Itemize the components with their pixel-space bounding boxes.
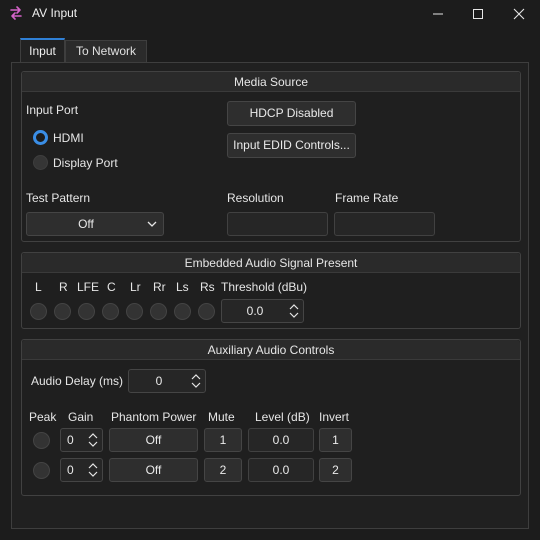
peak-indicator (33, 462, 50, 479)
frame-rate-field (334, 212, 435, 236)
radio-unselected-indicator (33, 155, 48, 170)
channel-label-rs: Rs (200, 280, 215, 294)
peak-column-header: Peak (29, 410, 57, 424)
channel-indicator-ls (174, 303, 191, 320)
threshold-spinbox[interactable]: 0.0 (221, 299, 304, 323)
channel-label-lfe: LFE (77, 280, 100, 294)
channel-label-c: C (107, 280, 116, 294)
title-bar: AV Input (0, 0, 540, 28)
level-column-header: Level (dB) (255, 410, 310, 424)
phantom-power-button[interactable]: Off (109, 458, 198, 482)
spin-arrows-icon[interactable] (88, 461, 98, 479)
invert-button[interactable]: 2 (319, 458, 352, 482)
test-pattern-dropdown[interactable]: Off (26, 212, 164, 236)
threshold-label: Threshold (dBu) (221, 280, 308, 294)
level-field[interactable]: 0.0 (248, 458, 314, 482)
mute-button[interactable]: 1 (204, 428, 242, 452)
test-pattern-label: Test Pattern (26, 191, 91, 205)
gain-value: 0 (67, 463, 74, 477)
embedded-audio-group: Embedded Audio Signal Present L R LFE C … (21, 252, 521, 329)
channel-label-rr: Rr (153, 280, 166, 294)
phantom-power-column-header: Phantom Power (111, 410, 197, 424)
channel-indicator-c (102, 303, 119, 320)
phantom-power-button[interactable]: Off (109, 428, 198, 452)
channel-indicator-rr (150, 303, 167, 320)
close-icon (513, 8, 525, 20)
minimize-icon (433, 13, 443, 15)
frame-rate-label: Frame Rate (335, 191, 399, 205)
auxiliary-audio-header: Auxiliary Audio Controls (22, 340, 520, 360)
hdmi-label: HDMI (53, 131, 84, 145)
level-field[interactable]: 0.0 (248, 428, 314, 452)
swap-arrows-icon (8, 5, 24, 21)
tab-input[interactable]: Input (20, 38, 65, 62)
channel-label-lr: Lr (130, 280, 141, 294)
resolution-label: Resolution (227, 191, 284, 205)
channel-label-l: L (35, 280, 42, 294)
hdcp-button[interactable]: HDCP Disabled (227, 101, 356, 126)
radio-selected-indicator (33, 130, 48, 145)
invert-button[interactable]: 1 (319, 428, 352, 452)
peak-indicator (33, 432, 50, 449)
input-tab-panel: Media Source Input Port HDMI Display Por… (11, 62, 529, 529)
channel-indicator-rs (198, 303, 215, 320)
minimize-button[interactable] (418, 0, 458, 28)
gain-value: 0 (67, 433, 74, 447)
gain-spinbox[interactable]: 0 (60, 428, 103, 452)
mute-button[interactable]: 2 (204, 458, 242, 482)
channel-indicator-lfe (78, 303, 95, 320)
spin-arrows-icon[interactable] (289, 302, 299, 320)
embedded-audio-header: Embedded Audio Signal Present (22, 253, 520, 273)
input-port-label: Input Port (26, 103, 79, 117)
channel-indicator-lr (126, 303, 143, 320)
maximize-icon (473, 9, 483, 19)
close-button[interactable] (499, 0, 539, 28)
mute-column-header: Mute (208, 410, 235, 424)
auxiliary-audio-group: Auxiliary Audio Controls Audio Delay (ms… (21, 339, 521, 496)
channel-indicator-r (54, 303, 71, 320)
input-edid-controls-button[interactable]: Input EDID Controls... (227, 133, 356, 158)
channel-indicator-l (30, 303, 47, 320)
channel-label-ls: Ls (176, 280, 189, 294)
test-pattern-value: Off (78, 217, 94, 231)
invert-column-header: Invert (319, 410, 350, 424)
channel-label-r: R (59, 280, 68, 294)
audio-delay-value: 0 (155, 374, 163, 388)
media-source-header: Media Source (22, 72, 520, 92)
spin-arrows-icon[interactable] (191, 372, 201, 390)
threshold-value: 0.0 (246, 304, 264, 318)
gain-spinbox[interactable]: 0 (60, 458, 103, 482)
media-source-group: Media Source Input Port HDMI Display Por… (21, 71, 521, 242)
spin-arrows-icon[interactable] (88, 431, 98, 449)
resolution-field (227, 212, 328, 236)
gain-column-header: Gain (68, 410, 94, 424)
audio-delay-label: Audio Delay (ms) (31, 374, 124, 388)
tab-to-network[interactable]: To Network (65, 40, 147, 62)
maximize-button[interactable] (458, 0, 498, 28)
chevron-down-icon (147, 221, 157, 227)
display-port-label: Display Port (53, 156, 118, 170)
window-title: AV Input (32, 6, 78, 20)
audio-delay-spinbox[interactable]: 0 (128, 369, 206, 393)
